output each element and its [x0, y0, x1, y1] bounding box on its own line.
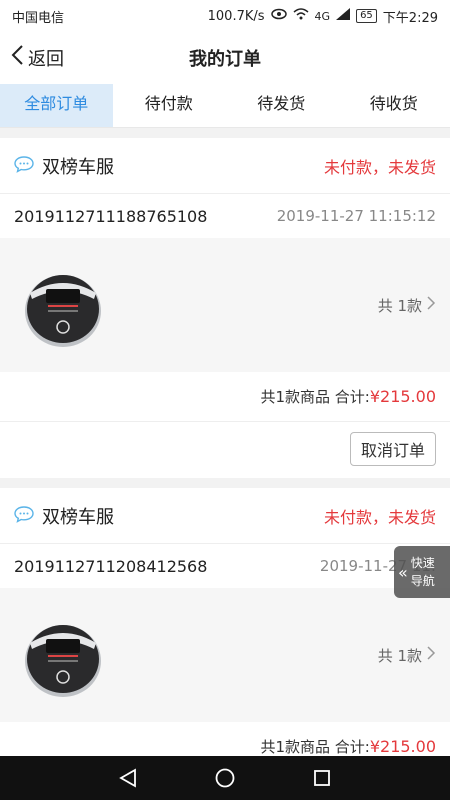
- wifi-icon: [293, 8, 309, 24]
- order-total-row: 共1款商品 合计: ¥215.00: [0, 372, 450, 422]
- order-tabs: 全部订单 待付款 待发货 待收货: [0, 84, 450, 128]
- back-triangle-icon[interactable]: [119, 768, 137, 788]
- order-status: 未付款，未发货: [323, 157, 436, 177]
- signal-icon: [336, 8, 351, 24]
- chat-bubble-icon[interactable]: [14, 155, 34, 177]
- tab-pending-shipment[interactable]: 待发货: [225, 84, 338, 127]
- network-speed: 100.7K/s: [207, 8, 265, 24]
- status-bar: 中国电信 100.7K/s 4G 65 下午2:29: [0, 0, 450, 32]
- quick-nav-button[interactable]: « 快速 导航: [394, 546, 450, 598]
- order-total-row: 共1款商品 合计: ¥215.00: [0, 722, 450, 758]
- nav-bar: 返回 我的订单: [0, 32, 450, 84]
- order-time: 2019-11-27 11:15:12: [276, 207, 436, 225]
- chat-bubble-icon[interactable]: [14, 505, 34, 527]
- chevron-left-icon: [10, 44, 28, 71]
- product-row[interactable]: 共 1款: [0, 238, 450, 372]
- item-count: 共 1款: [377, 646, 422, 665]
- system-nav-bar: [0, 756, 450, 800]
- shop-name[interactable]: 双榜车服: [42, 503, 114, 529]
- chevron-right-icon: [422, 295, 436, 315]
- status-time: 下午2:29: [382, 10, 438, 26]
- item-count-link[interactable]: 共 1款: [378, 295, 436, 316]
- order-summary: 共1款商品 合计:: [260, 738, 370, 756]
- order-total: ¥215.00: [369, 737, 436, 756]
- back-button[interactable]: 返回: [10, 44, 64, 71]
- back-label: 返回: [28, 48, 64, 70]
- order-card[interactable]: 双榜车服 未付款，未发货 2019112711188765108 2019-11…: [0, 138, 450, 478]
- order-total: ¥215.00: [369, 387, 436, 406]
- order-summary: 共1款商品 合计:: [260, 388, 370, 406]
- eye-icon: [270, 8, 287, 24]
- tab-all-orders[interactable]: 全部订单: [0, 84, 113, 127]
- order-number: 2019112711188765108: [14, 206, 208, 226]
- double-chevron-left-icon: «: [398, 562, 408, 582]
- order-meta: 2019112711188765108 2019-11-27 11:15:12: [0, 194, 450, 238]
- item-count-link[interactable]: 共 1款: [378, 645, 436, 666]
- order-actions: 取消订单: [0, 422, 450, 476]
- shop-info: 双榜车服: [14, 503, 114, 529]
- rice-cooker-product-image[interactable]: [18, 253, 108, 357]
- shop-row: 双榜车服 未付款，未发货: [0, 138, 450, 194]
- network-type: 4G: [314, 9, 331, 23]
- cancel-order-button[interactable]: 取消订单: [349, 432, 436, 466]
- product-row[interactable]: 共 1款: [0, 588, 450, 722]
- carrier-label: 中国电信: [12, 10, 65, 26]
- order-meta: 2019112711208412568 2019-11-27 11:: [0, 544, 450, 588]
- tab-pending-payment[interactable]: 待付款: [113, 84, 226, 127]
- shop-row: 双榜车服 未付款，未发货: [0, 488, 450, 544]
- order-card[interactable]: 双榜车服 未付款，未发货 2019112711208412568 2019-11…: [0, 488, 450, 758]
- shop-name[interactable]: 双榜车服: [42, 153, 114, 179]
- battery-level: 65: [356, 9, 377, 23]
- quick-nav-label: 快速 导航: [410, 556, 435, 588]
- page-title: 我的订单: [189, 49, 261, 70]
- tab-pending-receipt[interactable]: 待收货: [338, 84, 450, 127]
- home-circle-icon[interactable]: [215, 768, 235, 788]
- shop-info: 双榜车服: [14, 153, 114, 179]
- status-indicators: 100.7K/s 4G 65 下午2:29: [208, 7, 438, 26]
- order-status: 未付款，未发货: [323, 507, 436, 527]
- item-count: 共 1款: [377, 296, 422, 315]
- chevron-right-icon: [422, 645, 436, 665]
- rice-cooker-product-image[interactable]: [18, 603, 108, 707]
- recents-square-icon[interactable]: [313, 769, 331, 787]
- order-number: 2019112711208412568: [14, 556, 208, 576]
